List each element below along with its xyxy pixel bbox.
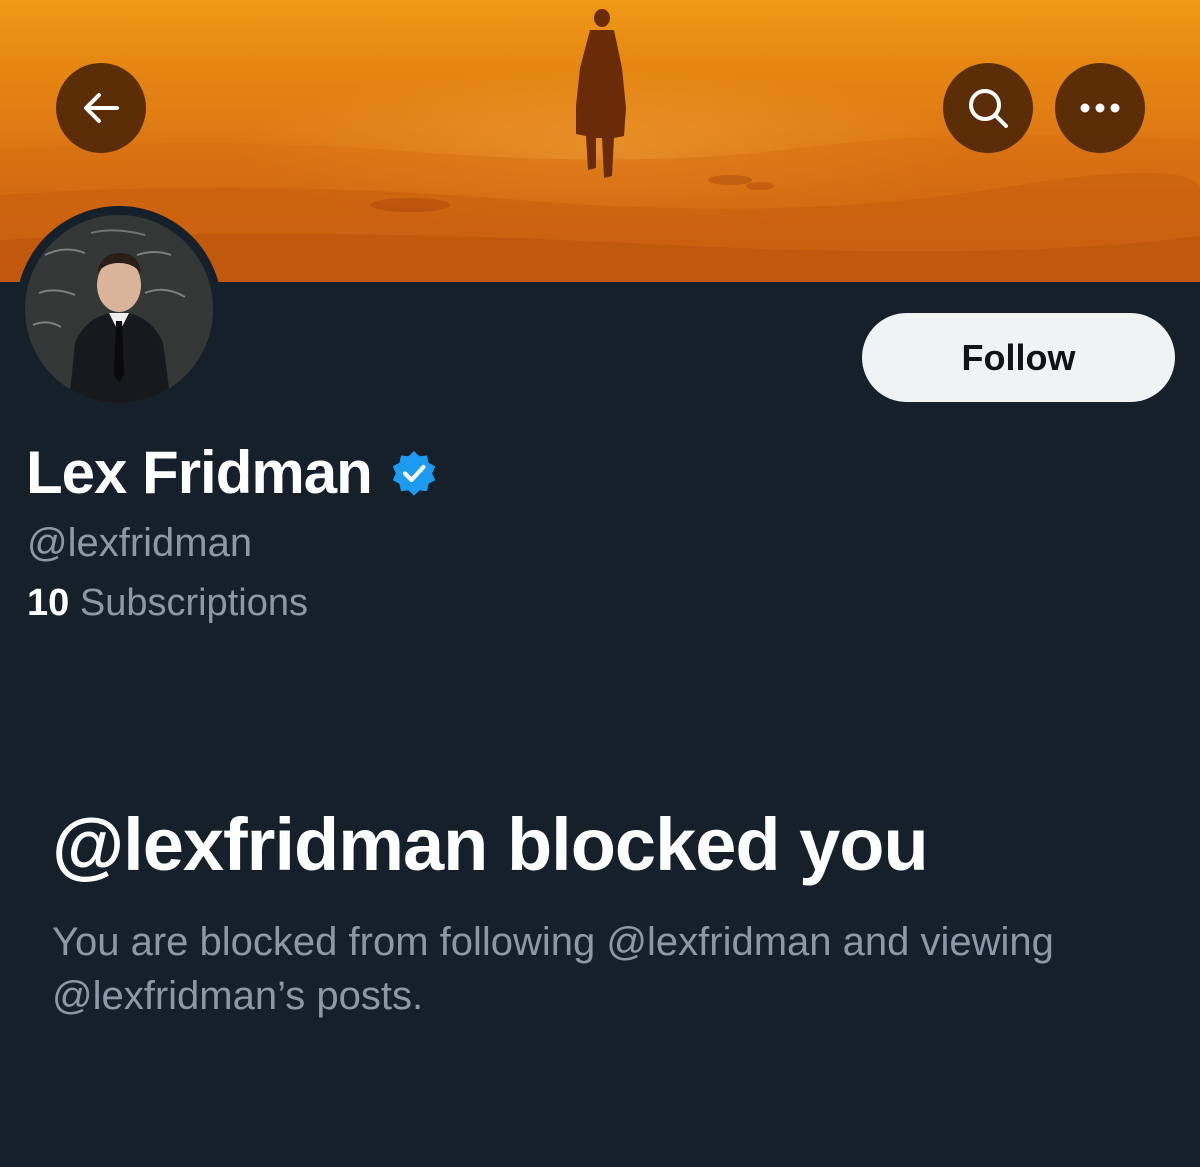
subscriptions-link[interactable]: 10 Subscriptions bbox=[27, 580, 308, 626]
follow-button[interactable]: Follow bbox=[862, 313, 1175, 402]
more-horizontal-icon bbox=[1080, 103, 1120, 113]
search-button[interactable] bbox=[943, 63, 1033, 153]
subscriptions-label: Subscriptions bbox=[79, 582, 308, 624]
avatar[interactable] bbox=[25, 215, 213, 403]
subscriptions-count: 10 bbox=[27, 582, 70, 624]
banner-walking-figure bbox=[576, 9, 626, 178]
blocked-title: @lexfridman blocked you bbox=[52, 803, 929, 886]
verified-badge-icon[interactable] bbox=[390, 449, 438, 497]
avatar-container[interactable] bbox=[16, 206, 222, 412]
arrow-left-icon bbox=[84, 93, 119, 123]
profile-display-name: Lex Fridman bbox=[26, 439, 373, 506]
profile-handle: @lexfridman bbox=[27, 521, 253, 565]
search-icon bbox=[969, 89, 1008, 128]
avatar-photo bbox=[25, 215, 213, 403]
back-button[interactable] bbox=[56, 63, 146, 153]
more-options-button[interactable] bbox=[1055, 63, 1145, 153]
blocked-message: You are blocked from following @lexfridm… bbox=[52, 920, 1054, 1018]
profile-name-row: Lex Fridman bbox=[26, 438, 438, 508]
